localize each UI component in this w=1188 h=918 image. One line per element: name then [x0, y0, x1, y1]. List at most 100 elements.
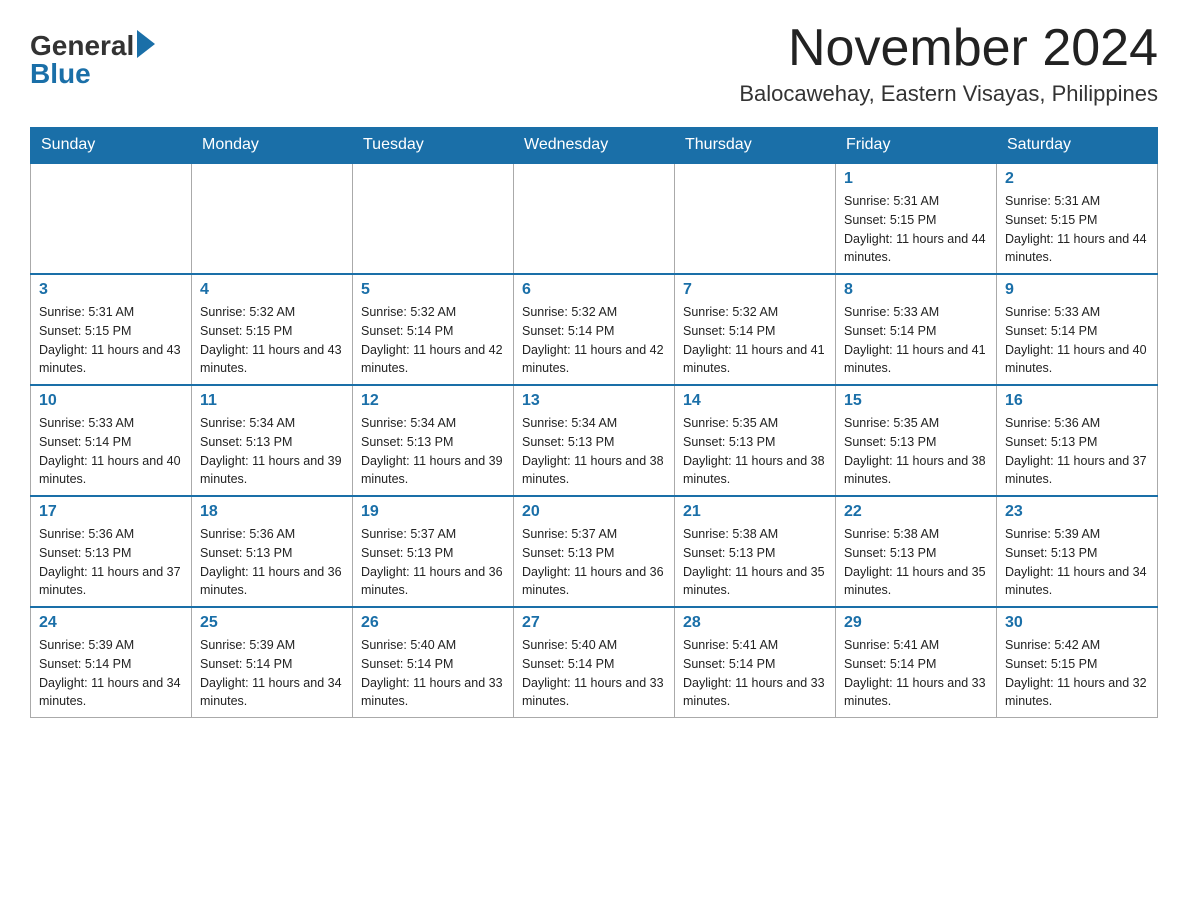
- day-cell: 7 Sunrise: 5:32 AM Sunset: 5:14 PM Daylig…: [675, 274, 836, 385]
- week-row-4: 17 Sunrise: 5:36 AM Sunset: 5:13 PM Dayli…: [31, 496, 1158, 607]
- day-cell: 22 Sunrise: 5:38 AM Sunset: 5:13 PM Dayli…: [836, 496, 997, 607]
- week-row-2: 3 Sunrise: 5:31 AM Sunset: 5:15 PM Daylig…: [31, 274, 1158, 385]
- day-info: Sunrise: 5:34 AM Sunset: 5:13 PM Dayligh…: [522, 414, 666, 489]
- day-cell: 25Sunrise: 5:39 AM Sunset: 5:14 PM Dayli…: [192, 607, 353, 718]
- day-cell: 21Sunrise: 5:38 AM Sunset: 5:13 PM Dayli…: [675, 496, 836, 607]
- day-cell: 10Sunrise: 5:33 AM Sunset: 5:14 PM Dayli…: [31, 385, 192, 496]
- week-row-5: 24 Sunrise: 5:39 AM Sunset: 5:14 PM Dayli…: [31, 607, 1158, 718]
- day-number: 24: [39, 614, 183, 632]
- day-number: 19: [361, 503, 505, 521]
- day-cell: 30 Sunrise: 5:42 AM Sunset: 5:15 PM Dayli…: [997, 607, 1158, 718]
- day-number: 23: [1005, 503, 1149, 521]
- day-number: 20: [522, 503, 666, 521]
- day-cell: 29 Sunrise: 5:41 AM Sunset: 5:14 PM Dayli…: [836, 607, 997, 718]
- title-block: November 2024 Balocawehay, Eastern Visay…: [739, 20, 1158, 107]
- day-number: 30: [1005, 614, 1149, 632]
- day-cell: 20 Sunrise: 5:37 AM Sunset: 5:13 PM Dayli…: [514, 496, 675, 607]
- day-cell: [514, 163, 675, 274]
- day-info: Sunrise: 5:40 AM Sunset: 5:14 PM Dayligh…: [361, 636, 505, 711]
- location-title: Balocawehay, Eastern Visayas, Philippine…: [739, 81, 1158, 107]
- day-info: Sunrise: 5:41 AM Sunset: 5:14 PM Dayligh…: [844, 636, 988, 711]
- day-info: Sunrise: 5:36 AM Sunset: 5:13 PM Dayligh…: [200, 525, 344, 600]
- day-number: 6: [522, 281, 666, 299]
- day-info: Sunrise: 5:31 AM Sunset: 5:15 PM Dayligh…: [39, 303, 183, 378]
- day-info: Sunrise: 5:32 AM Sunset: 5:14 PM Dayligh…: [361, 303, 505, 378]
- calendar-header-row: SundayMondayTuesdayWednesdayThursdayFrid…: [31, 128, 1158, 164]
- day-cell: [353, 163, 514, 274]
- day-cell: 14 Sunrise: 5:35 AM Sunset: 5:13 PM Dayli…: [675, 385, 836, 496]
- week-row-1: 1 Sunrise: 5:31 AM Sunset: 5:15 PM Daylig…: [31, 163, 1158, 274]
- day-number: 14: [683, 392, 827, 410]
- weekday-header-saturday: Saturday: [997, 128, 1158, 164]
- week-row-3: 10Sunrise: 5:33 AM Sunset: 5:14 PM Dayli…: [31, 385, 1158, 496]
- day-number: 21: [683, 503, 827, 521]
- day-cell: 13 Sunrise: 5:34 AM Sunset: 5:13 PM Dayli…: [514, 385, 675, 496]
- weekday-header-tuesday: Tuesday: [353, 128, 514, 164]
- day-cell: 8Sunrise: 5:33 AM Sunset: 5:14 PM Daylig…: [836, 274, 997, 385]
- day-number: 4: [200, 281, 344, 299]
- day-number: 11: [200, 392, 344, 410]
- day-number: 9: [1005, 281, 1149, 299]
- day-cell: 28Sunrise: 5:41 AM Sunset: 5:14 PM Dayli…: [675, 607, 836, 718]
- day-info: Sunrise: 5:40 AM Sunset: 5:14 PM Dayligh…: [522, 636, 666, 711]
- day-info: Sunrise: 5:39 AM Sunset: 5:14 PM Dayligh…: [39, 636, 183, 711]
- day-number: 29: [844, 614, 988, 632]
- day-info: Sunrise: 5:33 AM Sunset: 5:14 PM Dayligh…: [1005, 303, 1149, 378]
- logo: General Blue: [30, 30, 155, 90]
- day-number: 16: [1005, 392, 1149, 410]
- day-number: 18: [200, 503, 344, 521]
- weekday-header-friday: Friday: [836, 128, 997, 164]
- day-cell: 17 Sunrise: 5:36 AM Sunset: 5:13 PM Dayli…: [31, 496, 192, 607]
- day-number: 7: [683, 281, 827, 299]
- day-cell: 6 Sunrise: 5:32 AM Sunset: 5:14 PM Daylig…: [514, 274, 675, 385]
- day-info: Sunrise: 5:38 AM Sunset: 5:13 PM Dayligh…: [844, 525, 988, 600]
- day-cell: 3 Sunrise: 5:31 AM Sunset: 5:15 PM Daylig…: [31, 274, 192, 385]
- day-cell: 15 Sunrise: 5:35 AM Sunset: 5:13 PM Dayli…: [836, 385, 997, 496]
- day-info: Sunrise: 5:36 AM Sunset: 5:13 PM Dayligh…: [1005, 414, 1149, 489]
- day-cell: 24 Sunrise: 5:39 AM Sunset: 5:14 PM Dayli…: [31, 607, 192, 718]
- day-info: Sunrise: 5:37 AM Sunset: 5:13 PM Dayligh…: [361, 525, 505, 600]
- day-cell: 1 Sunrise: 5:31 AM Sunset: 5:15 PM Daylig…: [836, 163, 997, 274]
- day-info: Sunrise: 5:32 AM Sunset: 5:14 PM Dayligh…: [683, 303, 827, 378]
- day-info: Sunrise: 5:39 AM Sunset: 5:13 PM Dayligh…: [1005, 525, 1149, 600]
- day-info: Sunrise: 5:34 AM Sunset: 5:13 PM Dayligh…: [361, 414, 505, 489]
- day-number: 13: [522, 392, 666, 410]
- day-info: Sunrise: 5:42 AM Sunset: 5:15 PM Dayligh…: [1005, 636, 1149, 711]
- day-info: Sunrise: 5:31 AM Sunset: 5:15 PM Dayligh…: [844, 192, 988, 267]
- day-cell: 27 Sunrise: 5:40 AM Sunset: 5:14 PM Dayli…: [514, 607, 675, 718]
- day-cell: 4 Sunrise: 5:32 AM Sunset: 5:15 PM Daylig…: [192, 274, 353, 385]
- logo-blue-text: Blue: [30, 58, 91, 90]
- weekday-header-wednesday: Wednesday: [514, 128, 675, 164]
- day-cell: 19 Sunrise: 5:37 AM Sunset: 5:13 PM Dayli…: [353, 496, 514, 607]
- day-cell: 5 Sunrise: 5:32 AM Sunset: 5:14 PM Daylig…: [353, 274, 514, 385]
- day-cell: 12 Sunrise: 5:34 AM Sunset: 5:13 PM Dayli…: [353, 385, 514, 496]
- day-number: 5: [361, 281, 505, 299]
- day-info: Sunrise: 5:36 AM Sunset: 5:13 PM Dayligh…: [39, 525, 183, 600]
- day-info: Sunrise: 5:32 AM Sunset: 5:14 PM Dayligh…: [522, 303, 666, 378]
- day-number: 27: [522, 614, 666, 632]
- day-number: 17: [39, 503, 183, 521]
- day-info: Sunrise: 5:31 AM Sunset: 5:15 PM Dayligh…: [1005, 192, 1149, 267]
- day-info: Sunrise: 5:32 AM Sunset: 5:15 PM Dayligh…: [200, 303, 344, 378]
- day-info: Sunrise: 5:37 AM Sunset: 5:13 PM Dayligh…: [522, 525, 666, 600]
- month-title: November 2024: [739, 20, 1158, 77]
- day-info: Sunrise: 5:35 AM Sunset: 5:13 PM Dayligh…: [844, 414, 988, 489]
- day-cell: 18 Sunrise: 5:36 AM Sunset: 5:13 PM Dayli…: [192, 496, 353, 607]
- day-number: 10: [39, 392, 183, 410]
- day-number: 26: [361, 614, 505, 632]
- day-info: Sunrise: 5:35 AM Sunset: 5:13 PM Dayligh…: [683, 414, 827, 489]
- logo-arrow-icon: [137, 30, 155, 58]
- day-info: Sunrise: 5:41 AM Sunset: 5:14 PM Dayligh…: [683, 636, 827, 711]
- weekday-header-monday: Monday: [192, 128, 353, 164]
- day-info: Sunrise: 5:34 AM Sunset: 5:13 PM Dayligh…: [200, 414, 344, 489]
- day-number: 1: [844, 170, 988, 188]
- day-number: 25: [200, 614, 344, 632]
- day-cell: 16 Sunrise: 5:36 AM Sunset: 5:13 PM Dayli…: [997, 385, 1158, 496]
- day-number: 15: [844, 392, 988, 410]
- day-cell: 9 Sunrise: 5:33 AM Sunset: 5:14 PM Daylig…: [997, 274, 1158, 385]
- day-cell: 23 Sunrise: 5:39 AM Sunset: 5:13 PM Dayli…: [997, 496, 1158, 607]
- day-number: 22: [844, 503, 988, 521]
- day-number: 8: [844, 281, 988, 299]
- day-number: 3: [39, 281, 183, 299]
- day-number: 12: [361, 392, 505, 410]
